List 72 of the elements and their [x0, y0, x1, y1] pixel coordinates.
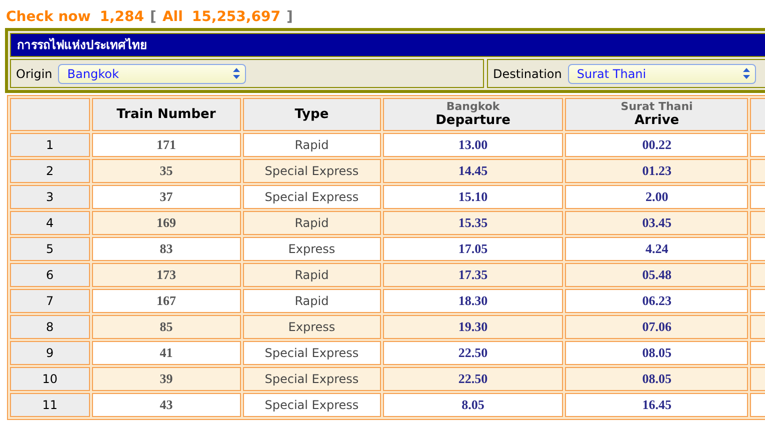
departure-time: 17.05	[382, 237, 564, 261]
column-header: Type	[242, 98, 381, 131]
departure-time: 17.35	[382, 263, 564, 287]
departure-time: 8.05	[382, 393, 564, 417]
arrival-time: 05.48	[565, 263, 748, 287]
destination-select[interactable]: Surat Thani	[568, 64, 756, 84]
train-type: Rapid	[242, 133, 381, 157]
row-number: 8	[10, 315, 90, 339]
train-type: Special Express	[242, 341, 381, 365]
train-type: Rapid	[242, 263, 381, 287]
arrival-time: 16.45	[565, 393, 748, 417]
up-down-arrows-icon	[742, 68, 750, 79]
train-number: 171	[92, 133, 241, 157]
departure-time: 19.30	[382, 315, 564, 339]
row-number: 5	[10, 237, 90, 261]
column-header: Train Number	[92, 98, 241, 131]
train-number: 167	[92, 289, 241, 313]
column-header: Bangkok Departure	[382, 98, 564, 131]
arrival-time: 2.00	[565, 185, 748, 209]
row-number: 4	[10, 211, 90, 235]
row-number: 3	[10, 185, 90, 209]
origin-select[interactable]: Bangkok	[58, 64, 246, 84]
departure-time: 22.50	[382, 341, 564, 365]
departure-time: 13.00	[382, 133, 564, 157]
origin-label: Origin	[16, 66, 52, 80]
departure-time: 15.35	[382, 211, 564, 235]
arrival-time: 08.05	[565, 341, 748, 365]
arrival-time: 01.23	[565, 159, 748, 183]
all-label: All	[162, 9, 183, 25]
row-number: 11	[10, 393, 90, 417]
check-now-label: Check now	[6, 9, 91, 25]
train-type: Express	[242, 315, 381, 339]
train-type: Rapid	[242, 211, 381, 235]
column-header: Surat Thani Arrive	[565, 98, 748, 131]
departure-time: 15.10	[382, 185, 564, 209]
destination-label: Destination	[493, 66, 562, 80]
all-count: 15,253,697	[192, 9, 280, 25]
row-number: 9	[10, 341, 90, 365]
train-number: 39	[92, 367, 241, 391]
arrival-time: 4.24	[565, 237, 748, 261]
arrival-time: 00.22	[565, 133, 748, 157]
train-number: 85	[92, 315, 241, 339]
train-type: Express	[242, 237, 381, 261]
train-number: 37	[92, 185, 241, 209]
row-number: 1	[10, 133, 90, 157]
train-type: Special Express	[242, 393, 381, 417]
bracket-open: [	[150, 9, 156, 25]
up-down-arrows-icon	[233, 68, 240, 79]
train-type: Rapid	[242, 289, 381, 313]
train-number: 173	[92, 263, 241, 287]
arrival-time: 06.23	[565, 289, 748, 313]
departure-time: 22.50	[382, 367, 564, 391]
departure-time: 18.30	[382, 289, 564, 313]
bracket-close: ]	[286, 9, 293, 25]
train-type: Special Express	[242, 159, 381, 183]
arrival-time: 03.45	[565, 211, 748, 235]
panel-title: การรถไฟแห่งประเทศไทย	[10, 33, 765, 57]
row-number: 6	[10, 263, 90, 287]
arrival-time: 07.06	[565, 315, 748, 339]
arrival-time: 08.05	[565, 367, 748, 391]
train-number: 83	[92, 237, 241, 261]
row-number: 2	[10, 159, 90, 183]
train-number: 41	[92, 341, 241, 365]
train-number: 43	[92, 393, 241, 417]
train-number: 169	[92, 211, 241, 235]
check-now-count: 1,284	[100, 9, 144, 25]
row-number: 10	[10, 367, 90, 391]
row-number: 7	[10, 289, 90, 313]
train-type: Special Express	[242, 367, 381, 391]
train-number: 35	[92, 159, 241, 183]
train-type: Special Express	[242, 185, 381, 209]
departure-time: 14.45	[382, 159, 564, 183]
